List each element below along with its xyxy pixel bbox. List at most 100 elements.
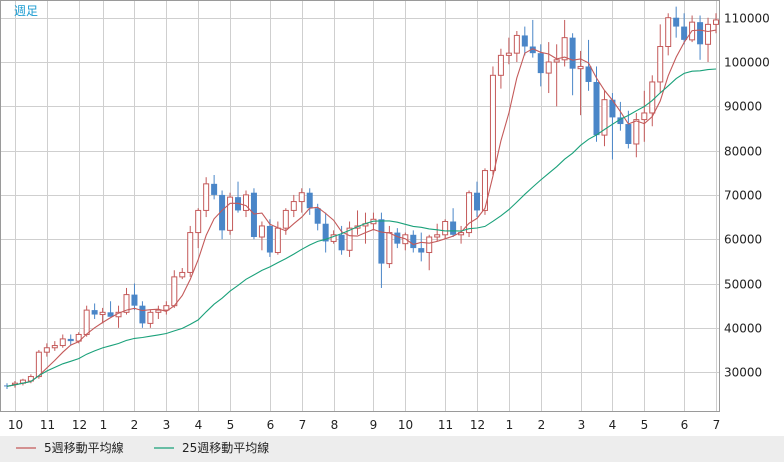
x-tick-label-18: 4 — [609, 418, 617, 432]
candle-body-89 — [713, 19, 719, 25]
candle-body-48 — [386, 232, 393, 265]
candle-body-21 — [171, 276, 178, 307]
candle-body-5 — [43, 347, 50, 353]
candle-body-25 — [203, 183, 210, 211]
candle-body-10 — [83, 309, 90, 335]
x-tick-label-16: 2 — [538, 418, 546, 432]
candle-body-4 — [35, 351, 42, 378]
candle-body-60 — [481, 170, 488, 211]
candle-body-33 — [266, 225, 273, 253]
candle-body-8 — [67, 338, 74, 342]
candle-body-34 — [274, 227, 281, 254]
x-tick-label-13: 11 — [438, 418, 453, 432]
candle-body-32 — [258, 225, 265, 238]
candle-body-70 — [561, 37, 568, 61]
x-tick-label-12: 10 — [398, 418, 413, 432]
y-tick-label-5: 80000 — [724, 145, 762, 159]
candle-body-18 — [147, 311, 154, 324]
y-tick-label-4: 70000 — [724, 189, 762, 203]
candle-body-11 — [91, 310, 98, 315]
x-tick-label-17: 3 — [578, 418, 586, 432]
x-tick-label-21: 7 — [713, 418, 721, 432]
candle-body-79 — [633, 119, 640, 145]
x-tick-label-6: 4 — [195, 418, 203, 432]
candle-body-87 — [697, 22, 704, 45]
candle-body-51 — [410, 234, 417, 249]
candle-body-74 — [593, 81, 600, 136]
candle-body-55 — [442, 221, 449, 236]
candle-body-26 — [211, 183, 218, 195]
candle-28 — [227, 192, 234, 235]
candle-body-67 — [537, 53, 544, 74]
candle-body-47 — [378, 219, 385, 264]
y-tick-label-8: 110000 — [724, 12, 770, 26]
candle-body-7 — [59, 338, 66, 347]
candle-body-23 — [187, 232, 194, 273]
candle-body-81 — [649, 81, 656, 114]
candle-body-22 — [179, 271, 186, 278]
candle-body-58 — [466, 192, 473, 234]
x-tick-label-10: 8 — [331, 418, 339, 432]
y-tick-label-7: 100000 — [724, 56, 770, 70]
candle-body-36 — [290, 201, 297, 211]
candle-body-59 — [474, 192, 481, 211]
candle-body-68 — [545, 61, 552, 74]
x-tick-label-11: 9 — [370, 418, 378, 432]
candle-body-88 — [705, 23, 712, 45]
candle-body-42 — [338, 234, 345, 251]
candle-body-61 — [489, 74, 496, 172]
candle-body-52 — [418, 248, 425, 253]
x-tick-label-14: 12 — [470, 418, 485, 432]
candle-body-54 — [434, 234, 441, 238]
candle-61 — [489, 66, 496, 175]
chart: 30000 40000 50000 60000 70000 80000 90000 10000… — [0, 0, 784, 462]
candle-body-73 — [585, 66, 592, 82]
x-tick-label-5: 3 — [163, 418, 171, 432]
x-tick-label-4: 2 — [131, 418, 139, 432]
candle-body-83 — [665, 17, 672, 48]
legend-label-ma5: 5週移動平均線 — [44, 440, 124, 455]
candle-23 — [187, 225, 194, 277]
period-label: 週足 — [14, 4, 38, 18]
x-tick-label-2: 12 — [72, 418, 87, 432]
candle-body-69 — [553, 59, 560, 63]
legend-label-ma25: 25週移動平均線 — [182, 440, 269, 455]
x-axis-labels: 10 11 12 1 2 3 4 5 6 7 8 9 10 11 12 1 2 3 4 5 6 7 — [8, 418, 720, 432]
y-tick-label-2: 50000 — [724, 278, 762, 292]
x-tick-label-8: 6 — [267, 418, 275, 432]
x-tick-label-7: 5 — [227, 418, 235, 432]
candle-body-62 — [497, 54, 504, 76]
candle-body-38 — [306, 192, 313, 209]
candle-body-6 — [51, 345, 58, 349]
candle-body-56 — [450, 221, 457, 235]
x-tick-label-19: 5 — [641, 418, 649, 432]
candle-body-64 — [513, 34, 520, 54]
y-axis-labels: 30000 40000 50000 60000 70000 80000 90000 10000… — [724, 12, 770, 380]
y-tick-label-0: 30000 — [724, 366, 762, 380]
y-tick-label-3: 60000 — [724, 233, 762, 247]
x-tick-label-15: 1 — [506, 418, 514, 432]
candle-body-85 — [681, 26, 688, 40]
candle-body-19 — [155, 309, 162, 313]
candle-body-12 — [99, 311, 106, 316]
candle-body-82 — [657, 46, 664, 83]
candle-body-31 — [250, 192, 257, 238]
candle-body-80 — [641, 112, 648, 121]
x-tick-label-1: 11 — [40, 418, 55, 432]
x-tick-label-9: 7 — [299, 418, 307, 432]
candle-body-17 — [139, 305, 146, 324]
candle-body-16 — [131, 294, 138, 306]
candle-body-37 — [298, 192, 305, 203]
candle-body-63 — [505, 52, 512, 56]
y-tick-label-1: 40000 — [724, 322, 762, 336]
candle-58 — [466, 190, 473, 238]
candle-body-53 — [426, 236, 433, 254]
candle-body-20 — [163, 305, 170, 311]
candle-body-28 — [227, 196, 234, 231]
candle-body-72 — [577, 65, 584, 70]
y-tick-label-6: 90000 — [724, 100, 762, 114]
candle-body-65 — [521, 35, 528, 47]
x-tick-label-3: 1 — [100, 418, 108, 432]
x-tick-label-0: 10 — [8, 418, 23, 432]
candle-body-35 — [282, 209, 289, 229]
